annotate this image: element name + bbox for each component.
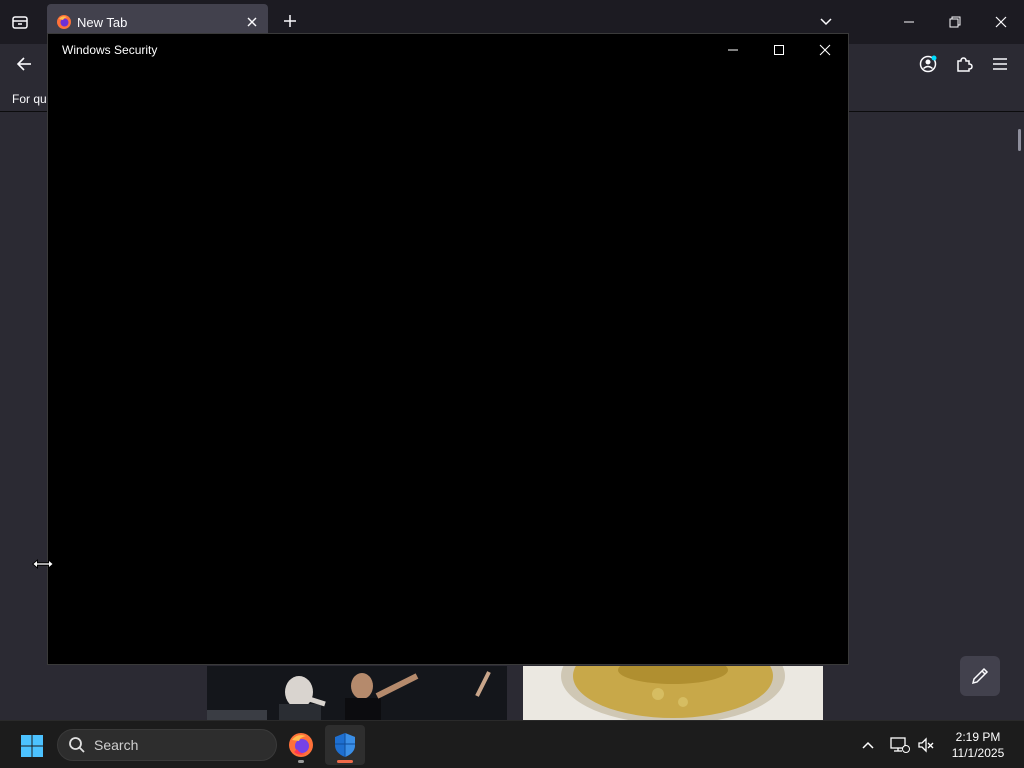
windows-security-icon (335, 733, 355, 757)
window-minimize-button[interactable] (710, 34, 756, 66)
firefox-icon (289, 733, 313, 757)
app-menu-button[interactable] (988, 52, 1012, 76)
search-label: Search (94, 737, 139, 753)
windows-security-window[interactable]: Windows Security (47, 33, 849, 665)
browser-restore-button[interactable] (932, 0, 978, 44)
network-icon (890, 737, 910, 753)
windows-start-icon[interactable] (20, 734, 44, 758)
minimize-icon (904, 21, 914, 23)
window-maximize-button[interactable] (756, 34, 802, 66)
browser-minimize-button[interactable] (886, 0, 932, 44)
window-title: Windows Security (62, 43, 158, 57)
clock-time: 2:19 PM (955, 730, 1001, 744)
search-icon (69, 737, 85, 753)
network-status-button[interactable] (890, 735, 910, 755)
story-card-image[interactable] (207, 666, 507, 720)
new-tab-button[interactable] (279, 10, 301, 32)
active-indicator (337, 760, 353, 763)
back-button[interactable] (10, 52, 38, 76)
chevron-down-icon (820, 18, 832, 26)
window-close-button[interactable] (802, 34, 848, 66)
story-card-image[interactable] (523, 666, 823, 720)
running-indicator (298, 760, 304, 763)
bookmarks-hint-text: For quick access, place your bookmarks h… (12, 92, 48, 106)
customize-button[interactable] (960, 656, 1000, 696)
volume-button[interactable] (916, 735, 936, 755)
horizontal-resize-cursor-icon (32, 559, 54, 569)
plus-icon (284, 15, 296, 27)
firefox-view-icon (12, 16, 28, 29)
story-photo (523, 666, 823, 720)
taskbar-search-box[interactable]: Search (57, 729, 277, 761)
story-photo (207, 666, 507, 720)
pencil-icon (971, 667, 989, 685)
minimize-icon (728, 49, 738, 51)
close-icon (995, 16, 1007, 28)
restore-icon (949, 16, 961, 28)
scrollbar-thumb[interactable] (1018, 129, 1021, 151)
volume-muted-icon (918, 737, 934, 753)
chevron-up-icon (862, 741, 874, 749)
extensions-button[interactable] (952, 52, 976, 76)
firefox-favicon-icon (57, 15, 71, 29)
close-icon (819, 44, 831, 56)
back-arrow-icon (16, 57, 31, 71)
clock[interactable]: 2:19 PM 11/1/2025 (943, 729, 1013, 761)
show-hidden-icons-button[interactable] (858, 735, 878, 755)
clock-date: 11/1/2025 (951, 746, 1005, 760)
account-button[interactable] (916, 52, 940, 76)
list-all-tabs-button[interactable] (814, 10, 838, 34)
taskbar-firefox-button[interactable] (281, 725, 321, 765)
maximize-icon (774, 45, 784, 55)
browser-close-button[interactable] (978, 0, 1024, 44)
tab-title: New Tab (77, 14, 128, 30)
puzzle-icon (957, 57, 973, 72)
close-tab-icon[interactable] (244, 14, 260, 30)
taskbar: Search 2:19 PM 11/1/2025 (0, 720, 1024, 768)
firefox-view-button[interactable] (8, 10, 32, 34)
account-icon (919, 55, 937, 73)
taskbar-windows-security-button[interactable] (325, 725, 365, 765)
hamburger-menu-icon (993, 58, 1007, 70)
